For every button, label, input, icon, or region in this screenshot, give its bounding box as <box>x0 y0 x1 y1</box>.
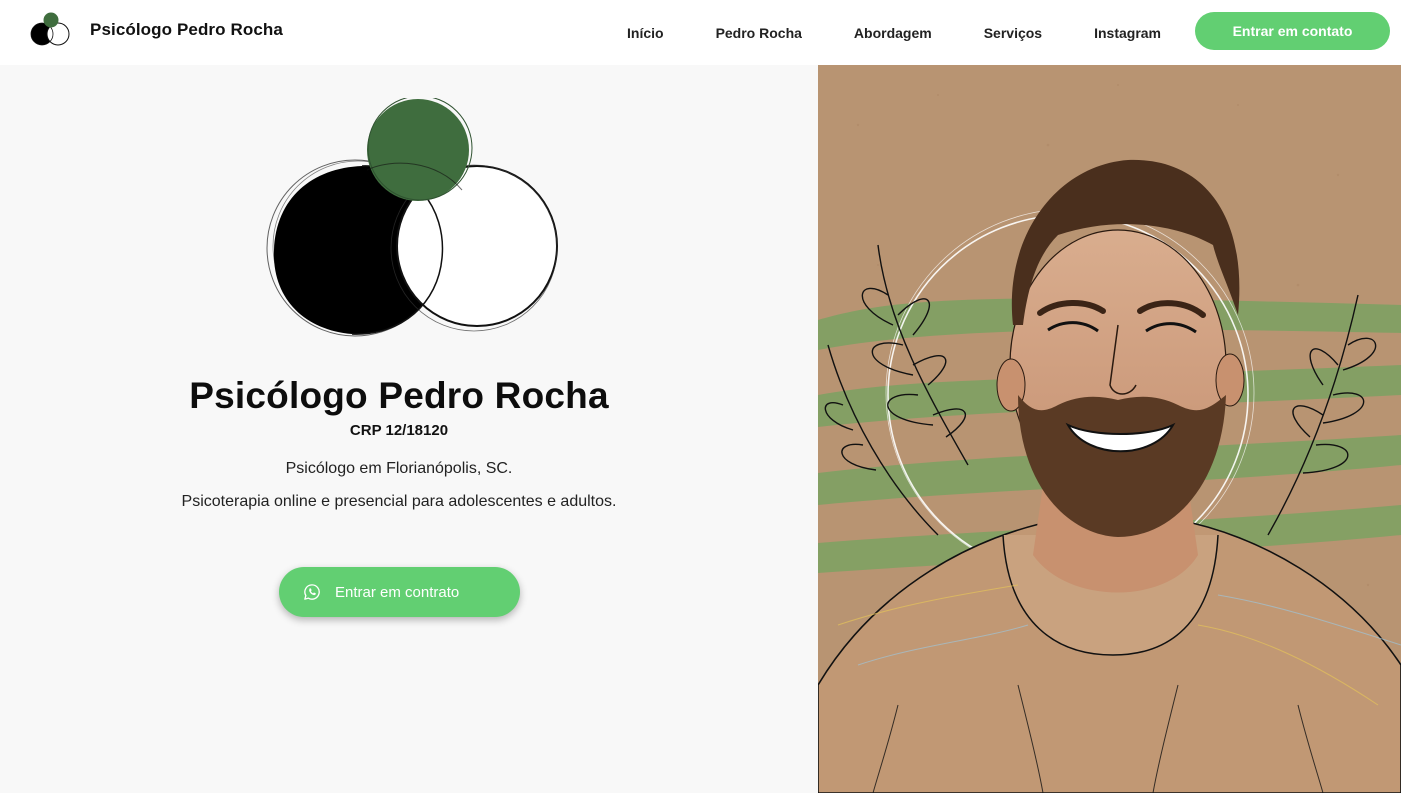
portrait-panel <box>818 65 1401 793</box>
hero-logo-icon <box>266 98 558 337</box>
services-text: Psicoterapia online e presencial para ad… <box>181 493 617 510</box>
location-text: Psicólogo em Florianópolis, SC. <box>285 460 513 477</box>
contact-button[interactable]: Entrar em contato <box>1195 12 1390 50</box>
nav-link-inicio[interactable]: Início <box>627 25 664 41</box>
nav-link-servicos[interactable]: Serviços <box>984 25 1042 41</box>
nav-link-instagram[interactable]: Instagram <box>1094 25 1161 41</box>
nav-link-pedro-rocha[interactable]: Pedro Rocha <box>716 25 802 41</box>
hero-title: Psicólogo Pedro Rocha <box>189 375 609 416</box>
crp-number: CRP 12/18120 <box>349 422 449 439</box>
illustrated-portrait <box>818 65 1401 793</box>
whatsapp-icon <box>304 584 320 600</box>
whatsapp-contact-button[interactable]: Entrar em contrato <box>279 567 520 617</box>
brand-logo-icon <box>30 12 70 46</box>
whatsapp-button-label: Entrar em contrato <box>335 583 460 601</box>
nav-link-abordagem[interactable]: Abordagem <box>854 25 932 41</box>
main-nav: Início Pedro Rocha Abordagem Serviços In… <box>600 0 1213 65</box>
brand-home-link[interactable]: Psicólogo Pedro Rocha <box>28 10 283 50</box>
brand-name: Psicólogo Pedro Rocha <box>90 20 283 39</box>
hero-section: Psicólogo Pedro Rocha CRP 12/18120 Psicó… <box>0 65 818 793</box>
top-navbar: Psicólogo Pedro Rocha Início Pedro Rocha… <box>0 0 1401 65</box>
